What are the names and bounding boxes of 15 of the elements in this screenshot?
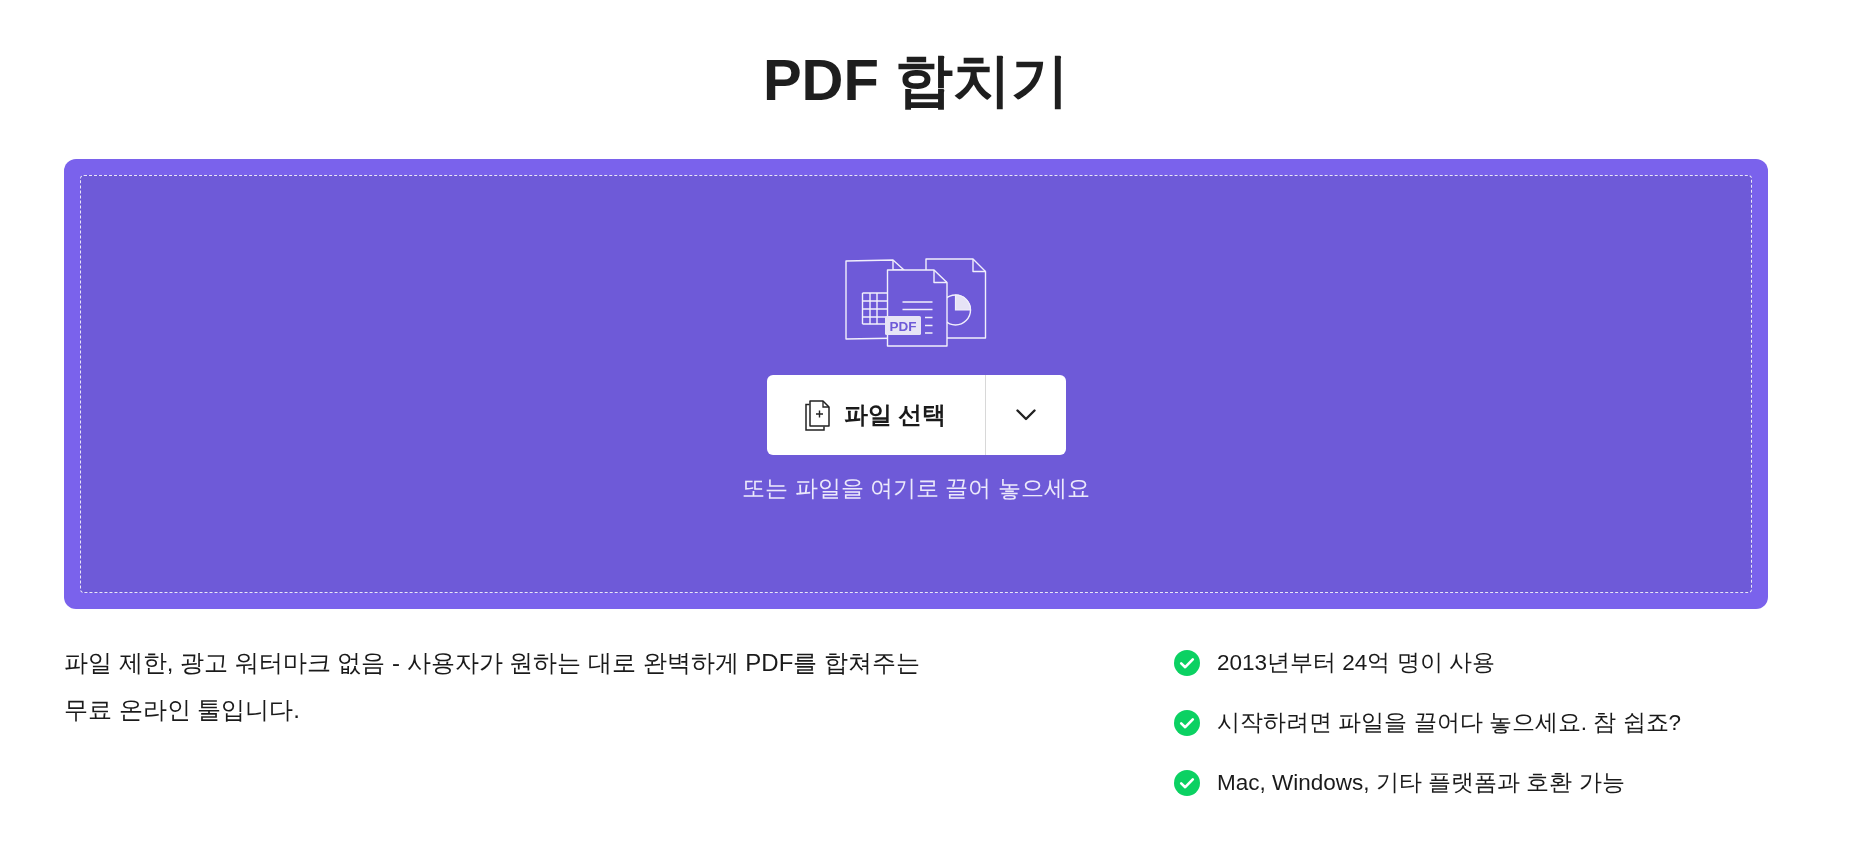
feature-text: Mac, Windows, 기타 플랫폼과 호환 가능: [1217, 769, 1625, 798]
check-circle-icon: [1174, 650, 1200, 676]
pdf-tag: PDF: [885, 316, 921, 335]
check-circle-icon: [1174, 770, 1200, 796]
choose-file-button[interactable]: 파일 선택: [766, 375, 985, 455]
page-title: PDF 합치기: [761, 46, 1071, 114]
chevron-down-icon: [1015, 409, 1036, 421]
feature-text: 2013년부터 24억 명이 사용: [1217, 649, 1495, 678]
check-circle-icon: [1174, 710, 1200, 736]
dropdown-toggle-button[interactable]: [984, 375, 1066, 455]
feature-text: 시작하려면 파일을 끌어다 놓으세요. 참 쉽죠?: [1217, 709, 1682, 738]
file-add-icon: [804, 399, 830, 431]
drop-zone[interactable]: PDF 파일 선택 또는 파일을 여기로 끌어 놓으세요: [64, 159, 1768, 609]
description-text: 파일 제한, 광고 워터마크 없음 - 사용자가 원하는 대로 완벽하게 PDF를 합쳐주는 무료 온라인 툴입니다.: [64, 648, 921, 725]
drop-hint-text: 또는 파일을 여기로 끌어 놓으세요: [742, 474, 1090, 503]
